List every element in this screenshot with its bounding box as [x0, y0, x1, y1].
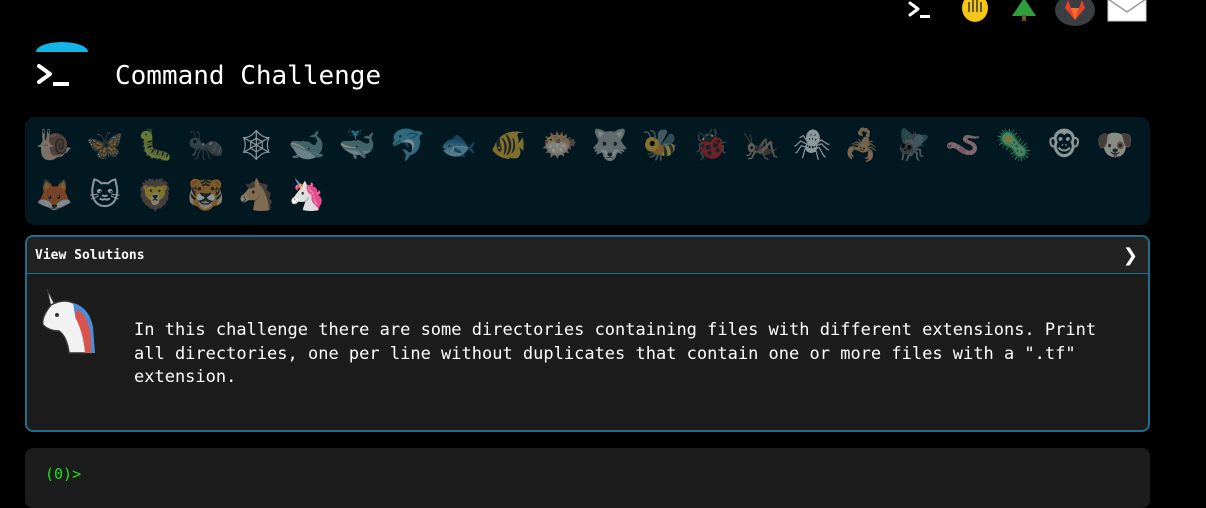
challenge-butterfly-icon[interactable]: 🦋 [80, 121, 131, 171]
unicorn-icon [39, 287, 99, 357]
challenge-spider-icon[interactable]: 🕷 [787, 121, 838, 171]
challenge-horse-icon[interactable]: 🐴 [231, 171, 282, 221]
challenge-cricket-icon[interactable]: 🦗 [736, 121, 787, 171]
challenge-snail-icon[interactable]: 🐌 [29, 121, 80, 171]
challenge-fly-icon[interactable]: 🪰 [888, 121, 939, 171]
top-links [905, 0, 1155, 30]
tree-icon[interactable] [1007, 0, 1041, 26]
challenge-fox-icon[interactable]: 🦊 [29, 171, 80, 221]
challenge-fish-icon[interactable]: 🐟 [433, 121, 484, 171]
challenge-ladybug-icon[interactable]: 🐞 [686, 121, 737, 171]
view-solutions-toggle[interactable]: View Solutions ❯ [27, 237, 1148, 274]
hand-icon[interactable] [955, 0, 995, 26]
challenge-selector: 🐌 🦋 🐛 🐜 🕸 🐋 🐳 🐬 🐟 🐠 🐡 🐺 🐝 🐞 🦗 🕷 🦂 🪰 🪱 🦠 🐵 🐶 🦊 🐱 🦁 🐯 🐴 🦄 [25, 117, 1150, 225]
gitlab-icon[interactable] [1055, 0, 1095, 26]
challenge-unicorn-icon[interactable]: 🦄 [282, 171, 333, 221]
challenge-spouting-whale-icon[interactable]: 🐳 [332, 121, 383, 171]
terminal[interactable]: (0)> [25, 448, 1150, 508]
challenge-whale-icon[interactable]: 🐋 [282, 121, 333, 171]
terminal-prompt[interactable]: (0)> [45, 465, 81, 483]
chevron-right-icon: ❯ [1122, 244, 1138, 266]
challenge-ant-icon[interactable]: 🐜 [181, 121, 232, 171]
challenge-dog-icon[interactable]: 🐶 [1090, 121, 1141, 171]
challenge-dolphin-icon[interactable]: 🐬 [383, 121, 434, 171]
terminal-icon[interactable] [905, 0, 935, 26]
challenge-wolf-icon[interactable]: 🐺 [585, 121, 636, 171]
challenge-microbe-icon[interactable]: 🦠 [989, 121, 1040, 171]
challenge-scorpion-icon[interactable]: 🦂 [837, 121, 888, 171]
challenge-description: In this challenge there are some directo… [134, 320, 1097, 387]
page-title: Command Challenge [115, 61, 382, 91]
challenge-lion-icon[interactable]: 🦁 [130, 171, 181, 221]
mail-icon[interactable] [1105, 0, 1149, 26]
solutions-panel: View Solutions ❯ In this challenge there… [25, 235, 1150, 432]
challenge-monkey-icon[interactable]: 🐵 [1039, 121, 1090, 171]
challenge-tiger-icon[interactable]: 🐯 [181, 171, 232, 221]
challenge-bee-icon[interactable]: 🐝 [635, 121, 686, 171]
challenge-caterpillar-icon[interactable]: 🐛 [130, 121, 181, 171]
view-solutions-label: View Solutions [35, 247, 145, 263]
challenge-worm-icon[interactable]: 🪱 [938, 121, 989, 171]
challenge-blowfish-icon[interactable]: 🐡 [534, 121, 585, 171]
logo-icon [36, 42, 88, 92]
challenge-tropical-fish-icon[interactable]: 🐠 [484, 121, 535, 171]
challenge-cat-icon[interactable]: 🐱 [80, 171, 131, 221]
challenge-spider-web-icon[interactable]: 🕸 [231, 121, 282, 171]
